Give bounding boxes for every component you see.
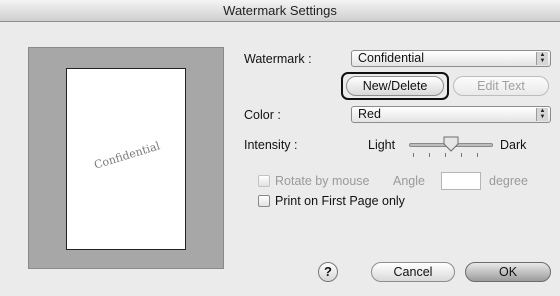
watermark-preview-panel: Confidential [28,47,224,269]
new-delete-button[interactable]: New/Delete [346,76,444,96]
help-icon[interactable]: ? [318,262,338,282]
watermark-select-value: Confidential [358,51,425,65]
watermark-select[interactable]: Confidential ▲ ▼ [351,50,551,67]
slider-tick [461,153,462,157]
color-label: Color : [244,108,281,122]
slider-tick [413,153,414,157]
color-select[interactable]: Red ▲ ▼ [351,106,551,123]
intensity-label: Intensity : [244,138,298,152]
color-select-value: Red [358,107,381,121]
print-first-page-label: Print on First Page only [275,194,405,208]
slider-tick [445,153,446,157]
angle-field[interactable] [441,172,481,190]
ok-button[interactable]: OK [465,262,551,282]
cancel-button[interactable]: Cancel [371,262,455,282]
up-down-arrows-icon: ▲ ▼ [536,108,548,121]
edit-text-button[interactable]: Edit Text [453,76,549,96]
print-first-page-checkbox[interactable] [258,195,270,207]
watermark-label: Watermark : [244,52,312,66]
preview-page: Confidential [66,68,186,250]
slider-tick [429,153,430,157]
rotate-by-mouse-checkbox[interactable] [258,175,270,187]
slider-tick [477,153,478,157]
angle-unit-label: degree [489,174,528,188]
rotate-by-mouse-label: Rotate by mouse [275,174,370,188]
intensity-light-label: Light [368,138,396,152]
intensity-dark-label: Dark [500,138,527,152]
window-title: Watermark Settings [0,0,560,22]
slider-thumb-icon[interactable] [443,136,459,152]
up-down-arrows-icon: ▲ ▼ [536,52,548,65]
angle-label: Angle [393,174,425,188]
preview-watermark-text: Confidential [92,139,162,172]
